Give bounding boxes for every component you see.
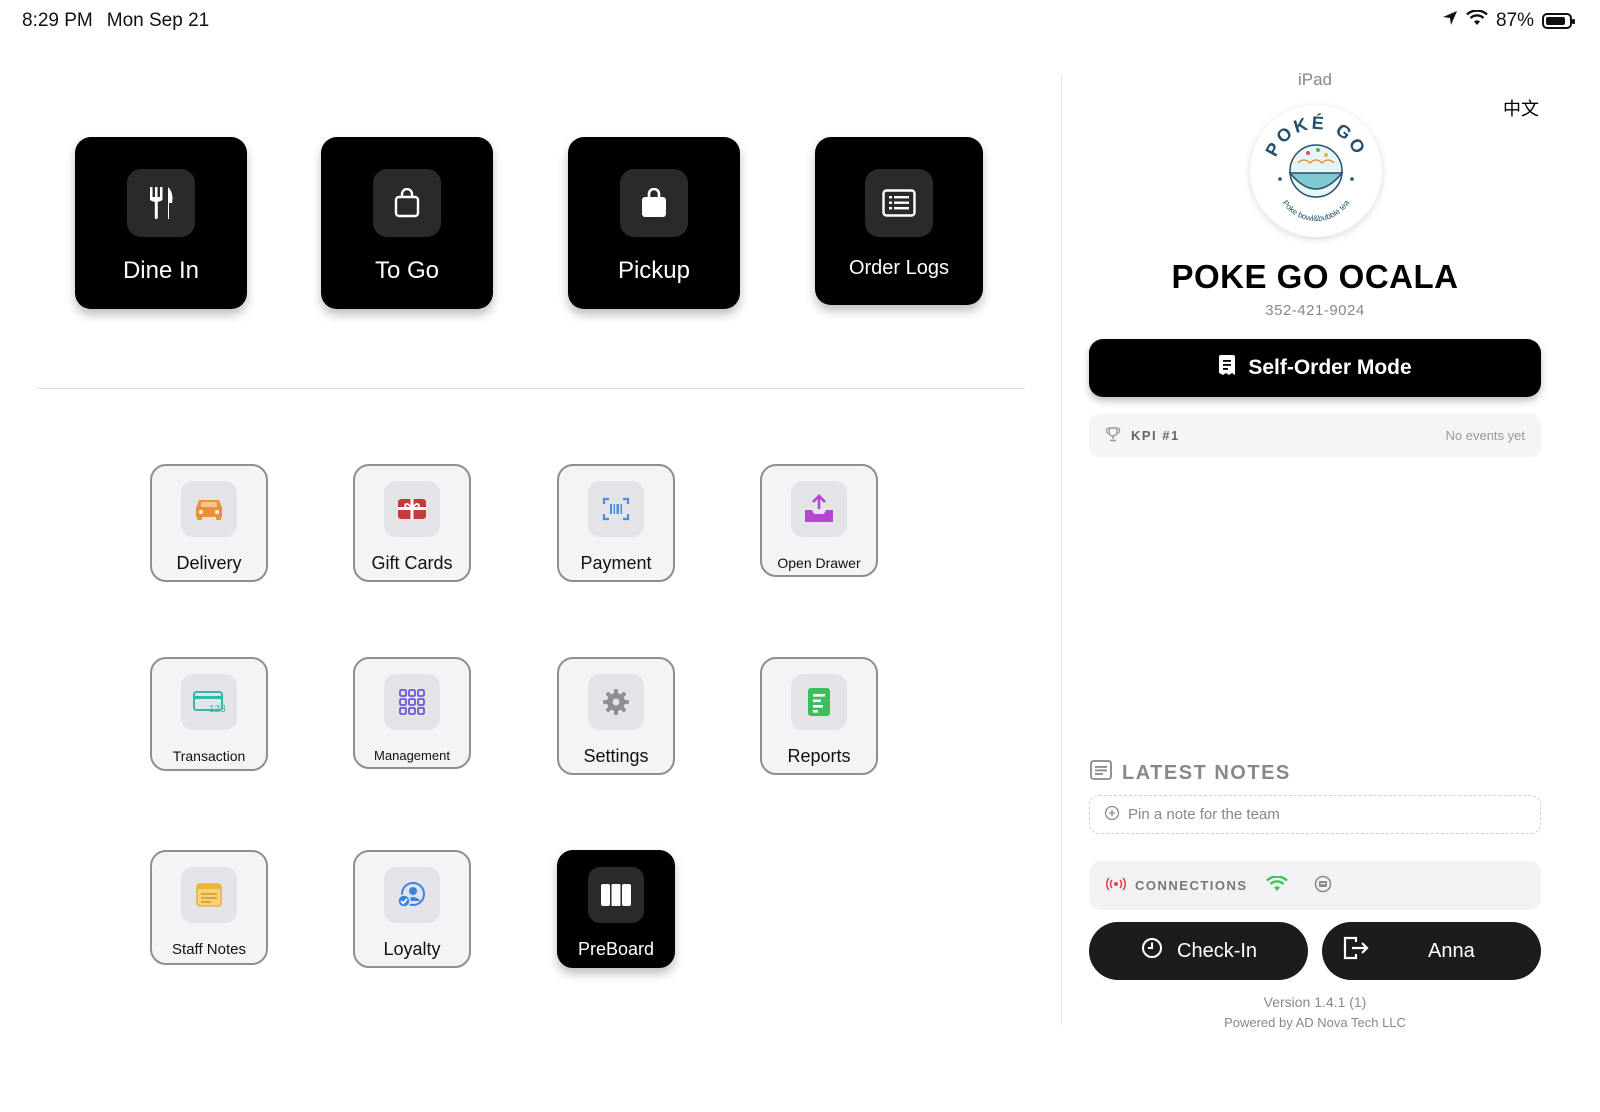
gift-cards-button[interactable]: Gift Cards — [353, 464, 471, 582]
management-button[interactable]: Management — [353, 657, 471, 769]
open-drawer-label: Open Drawer — [777, 555, 861, 571]
latest-notes-header: LATEST NOTES — [1090, 760, 1291, 786]
delivery-label: Delivery — [176, 553, 242, 573]
order-logs-label: Order Logs — [848, 257, 950, 279]
dine-in-button[interactable]: Dine In — [75, 137, 247, 309]
staff-notes-label: Staff Notes — [172, 941, 246, 958]
notes-list-icon — [1090, 760, 1112, 786]
printer-status-icon — [1314, 875, 1332, 896]
barcode-scan-icon — [588, 481, 644, 537]
store-name: POKE GO OCALA — [1171, 258, 1459, 295]
status-date: Mon Sep 21 — [106, 10, 210, 31]
pin-note-input[interactable]: Pin a note for the team — [1089, 795, 1541, 834]
bag-outline-icon — [373, 169, 441, 237]
section-divider — [37, 388, 1025, 389]
pickup-label: Pickup — [617, 257, 691, 284]
pickup-button[interactable]: Pickup — [568, 137, 740, 309]
user-logout-button[interactable]: Anna — [1322, 922, 1541, 980]
grid-icon — [384, 674, 440, 730]
location-icon — [1442, 10, 1458, 32]
to-go-button[interactable]: To Go — [321, 137, 493, 309]
powered-by: Powered by AD Nova Tech LLC — [1224, 1015, 1406, 1030]
battery-fill — [1546, 17, 1566, 25]
battery-icon — [1542, 13, 1575, 29]
report-icon — [791, 674, 847, 730]
connections-bar[interactable]: CONNECTIONS — [1089, 861, 1541, 910]
columns-icon — [588, 867, 644, 923]
app-version: Version 1.4.1 (1) — [1263, 994, 1367, 1010]
panel-divider — [1061, 75, 1062, 1025]
kpi-label: KPI #1 — [1131, 428, 1180, 443]
to-go-label: To Go — [374, 257, 440, 284]
transaction-label: Transaction — [172, 748, 246, 764]
gift-card-icon — [384, 481, 440, 537]
delivery-button[interactable]: Delivery — [150, 464, 268, 582]
connections-label: CONNECTIONS — [1135, 878, 1248, 893]
gear-icon — [588, 674, 644, 730]
wifi-status-icon — [1265, 875, 1288, 895]
battery-percent: 87% — [1495, 10, 1534, 31]
car-icon — [181, 481, 237, 537]
preboard-label: PreBoard — [577, 939, 655, 959]
management-label: Management — [374, 748, 450, 763]
list-icon — [865, 169, 933, 237]
wifi-icon — [1466, 9, 1488, 32]
settings-button[interactable]: Settings — [557, 657, 675, 775]
open-drawer-button[interactable]: Open Drawer — [760, 464, 878, 577]
drawer-icon — [791, 481, 847, 537]
transaction-button[interactable]: 123 Transaction — [150, 657, 268, 771]
self-order-mode-button[interactable]: Self-Order Mode — [1089, 339, 1541, 397]
svg-text:123: 123 — [209, 704, 226, 715]
svg-text:Poke bowl&bubble tea: Poke bowl&bubble tea — [1281, 198, 1352, 223]
store-phone: 352-421-9024 — [1265, 302, 1365, 319]
payment-label: Payment — [580, 553, 652, 573]
notes-icon — [181, 867, 237, 923]
latest-notes-title: LATEST NOTES — [1122, 761, 1291, 784]
device-label: iPad — [1297, 70, 1333, 89]
logout-icon — [1342, 935, 1370, 967]
check-in-button[interactable]: Check-In — [1089, 922, 1308, 980]
plus-circle-icon — [1104, 805, 1120, 825]
home-screen: 8:29 PM Mon Sep 21 87% Dine In To Go Pic… — [0, 0, 1600, 1112]
reports-label: Reports — [787, 746, 851, 766]
language-toggle[interactable]: 中文 — [1503, 95, 1539, 121]
settings-label: Settings — [583, 746, 649, 766]
status-time: 8:29 PM — [22, 10, 93, 31]
dine-in-label: Dine In — [122, 257, 200, 284]
clock-icon — [1141, 937, 1163, 965]
status-bar-left: 8:29 PM Mon Sep 21 — [22, 10, 209, 32]
kpi-card[interactable]: KPI #1 No events yet — [1089, 414, 1541, 457]
document-icon — [1218, 354, 1236, 382]
card-123-icon: 123 — [181, 674, 237, 730]
user-check-icon — [384, 867, 440, 923]
loyalty-button[interactable]: Loyalty — [353, 850, 471, 968]
trophy-icon — [1105, 426, 1121, 445]
store-logo: POKÉ GO Poke bowl&bubble tea — [1250, 105, 1382, 237]
bag-filled-icon — [620, 169, 688, 237]
broadcast-icon — [1105, 877, 1127, 894]
kpi-status: No events yet — [1445, 428, 1526, 443]
loyalty-label: Loyalty — [383, 939, 441, 959]
fork-knife-icon — [127, 169, 195, 237]
user-name: Anna — [1428, 939, 1475, 962]
reports-button[interactable]: Reports — [760, 657, 878, 775]
payment-button[interactable]: Payment — [557, 464, 675, 582]
gift-cards-label: Gift Cards — [371, 553, 453, 573]
check-in-label: Check-In — [1177, 939, 1258, 962]
staff-notes-button[interactable]: Staff Notes — [150, 850, 268, 965]
self-order-mode-label: Self-Order Mode — [1248, 356, 1412, 379]
status-bar-right: 87% — [1442, 9, 1575, 32]
pin-note-placeholder: Pin a note for the team — [1128, 806, 1280, 823]
preboard-button[interactable]: PreBoard — [557, 850, 675, 968]
order-logs-button[interactable]: Order Logs — [815, 137, 983, 305]
